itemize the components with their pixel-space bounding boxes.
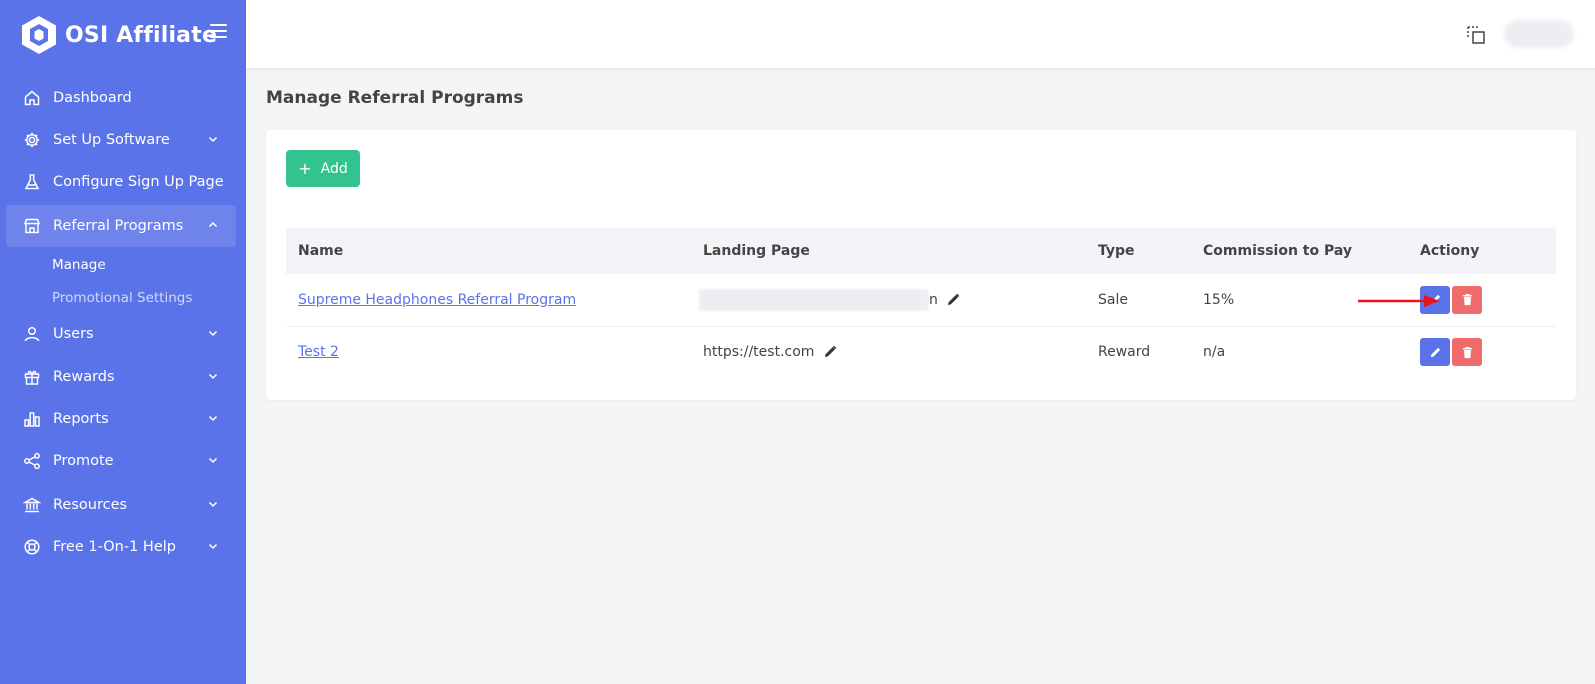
column-header: Name <box>298 243 344 259</box>
sidebar-item-label: Resources <box>53 497 128 513</box>
fullscreen-icon[interactable] <box>1466 25 1486 45</box>
hexagon-logo-icon <box>22 16 56 54</box>
sidebar-item-label: Users <box>53 326 94 342</box>
chevron-down-icon <box>208 373 218 380</box>
trash-icon <box>1462 346 1472 358</box>
column-header: Landing Page <box>703 243 810 259</box>
commission-cell: n/a <box>1203 344 1226 361</box>
column-header: Commission to Pay <box>1203 243 1353 259</box>
type-cell: Reward <box>1098 344 1151 361</box>
sidebar-item-free-help[interactable]: Free 1-On-1 Help <box>6 526 236 568</box>
sidebar-item-label: Dashboard <box>53 90 132 106</box>
chevron-down-icon <box>208 543 218 550</box>
sidebar-item-promote[interactable]: Promote <box>6 440 236 482</box>
type-cell: Sale <box>1098 291 1128 308</box>
delete-button[interactable] <box>1452 338 1482 367</box>
share-icon <box>24 452 40 470</box>
lifebuoy-icon <box>24 539 40 555</box>
gift-icon <box>24 370 40 385</box>
chevron-up-icon <box>208 221 218 228</box>
column-header: Actiony <box>1420 243 1480 259</box>
trash-icon <box>1462 294 1472 306</box>
sidebar-item-label: Configure Sign Up Page <box>53 174 224 190</box>
sidebar-item-reports[interactable]: Reports <box>6 398 236 440</box>
gear-icon <box>24 132 40 148</box>
programs-card: + Add Name Landing Page Type Commission … <box>266 130 1576 400</box>
home-icon <box>24 90 40 106</box>
program-name-link[interactable]: Supreme Headphones Referral Program <box>298 292 576 308</box>
sidebar-item-rewards[interactable]: Rewards <box>6 356 236 398</box>
add-button[interactable]: + Add <box>286 150 360 187</box>
bar-chart-icon <box>24 412 40 427</box>
landing-page-text: https://test.com <box>703 344 815 361</box>
sidebar-item-resources[interactable]: Resources <box>6 484 236 526</box>
sidebar-item-label: Referral Programs <box>53 218 184 234</box>
chevron-down-icon <box>208 136 218 143</box>
sidebar-item-label: Rewards <box>53 369 115 385</box>
sidebar-item-label: Free 1-On-1 Help <box>53 539 176 555</box>
user-icon <box>24 326 40 342</box>
pencil-icon[interactable] <box>946 293 960 307</box>
sidebar-item-referral-programs[interactable]: Referral Programs <box>6 205 236 247</box>
add-button-label: Add <box>320 160 348 177</box>
subnav-manage[interactable]: Manage <box>52 257 106 273</box>
program-name-link[interactable]: Test 2 <box>298 344 339 360</box>
sidebar-item-label: Promote <box>53 453 114 469</box>
sidebar-item-set-up-software[interactable]: Set Up Software <box>6 119 236 161</box>
pencil-icon[interactable] <box>823 345 837 359</box>
sidebar-item-users[interactable]: Users <box>6 313 236 355</box>
brand[interactable]: OSI Affiliate <box>20 14 217 56</box>
chevron-down-icon <box>208 457 218 464</box>
brand-name: OSI Affiliate <box>65 22 218 48</box>
page-title: Manage Referral Programs <box>266 88 524 108</box>
sidebar-item-label: Set Up Software <box>53 132 170 148</box>
table-row: Test 2 https://test.com Reward n/a <box>286 326 1556 378</box>
annotation-arrow-icon <box>1358 295 1440 307</box>
chevron-down-icon <box>208 330 218 337</box>
store-icon <box>23 218 41 234</box>
landing-page-redacted <box>699 288 929 311</box>
pencil-icon <box>1430 347 1440 357</box>
flask-icon <box>24 174 40 190</box>
delete-button[interactable] <box>1452 285 1482 314</box>
column-header: Type <box>1098 243 1135 259</box>
bank-icon <box>23 497 41 513</box>
sidebar-item-dashboard[interactable]: Dashboard <box>6 77 236 119</box>
avatar[interactable] <box>1504 20 1574 48</box>
chevron-down-icon <box>208 501 218 508</box>
sidebar-item-configure-sign-up-page[interactable]: Configure Sign Up Page <box>6 161 236 203</box>
plus-icon: + <box>298 159 312 178</box>
hamburger-icon[interactable] <box>210 24 227 38</box>
topbar <box>246 0 1595 69</box>
sidebar: OSI Affiliate Dashboard Set Up Software … <box>0 0 246 684</box>
subnav-promotional-settings[interactable]: Promotional Settings <box>52 290 192 306</box>
table-header-row: Name Landing Page Type Commission to Pay… <box>286 228 1556 274</box>
landing-page-text: n <box>929 291 938 308</box>
chevron-down-icon <box>208 415 218 422</box>
sidebar-item-label: Reports <box>53 411 109 427</box>
edit-button[interactable] <box>1420 338 1450 367</box>
